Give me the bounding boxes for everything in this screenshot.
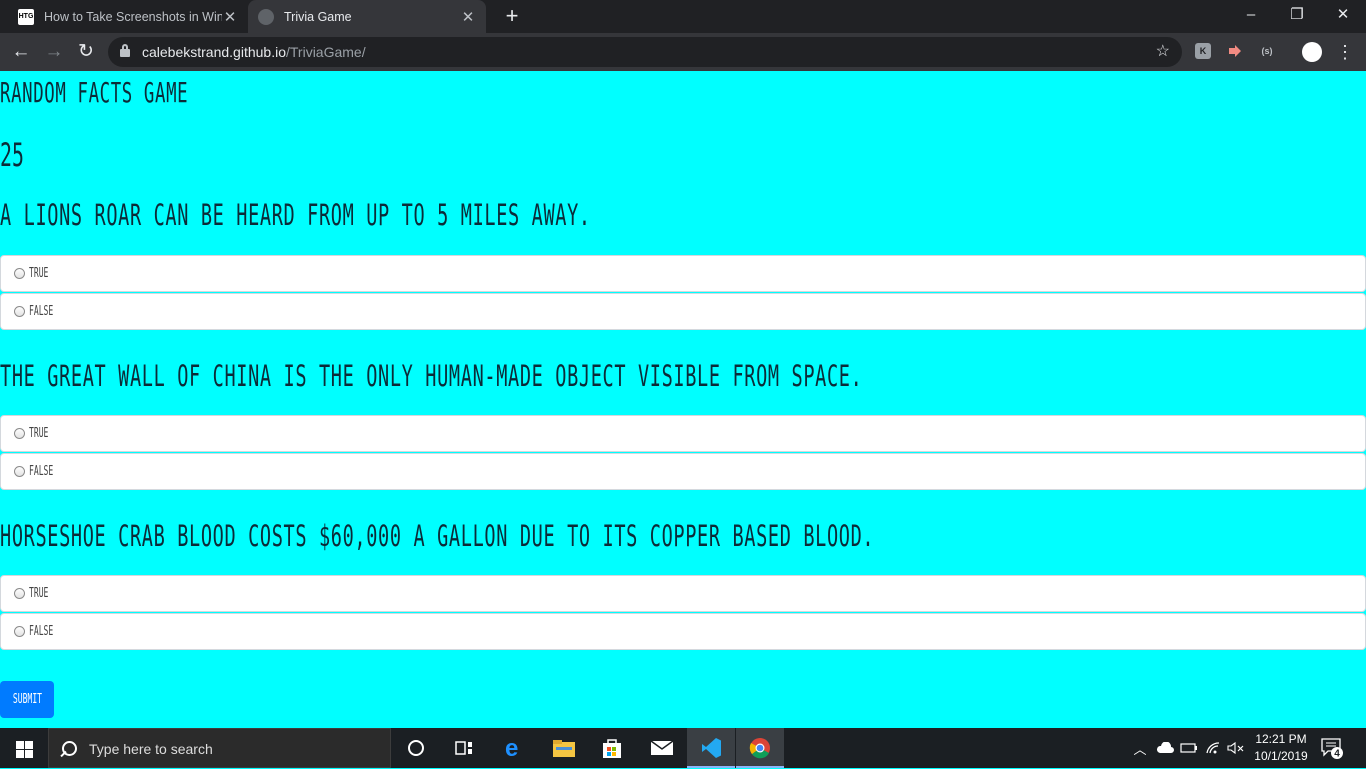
globe-icon: [258, 8, 274, 25]
profile-avatar[interactable]: [1302, 42, 1322, 62]
radio-button[interactable]: [14, 626, 25, 637]
wifi-icon[interactable]: [1203, 728, 1223, 768]
tab-title: How to Take Screenshots in Wind: [44, 9, 222, 24]
radio-button[interactable]: [14, 428, 25, 439]
edge-icon[interactable]: e: [490, 728, 538, 768]
window-close-icon[interactable]: ✕: [1320, 0, 1366, 33]
mail-icon[interactable]: [638, 728, 686, 768]
htg-favicon-icon: HTG: [18, 8, 34, 25]
menu-icon[interactable]: ⋮: [1336, 39, 1354, 65]
trivia-page: Random Facts Game 25 A lions roar can be…: [0, 71, 1366, 728]
extension-s-icon[interactable]: (s): [1259, 43, 1275, 59]
chrome-icon[interactable]: [736, 728, 784, 768]
task-view-icon[interactable]: [440, 728, 488, 768]
browser-toolbar: ← → ↻ calebekstrand.github.io/TriviaGame…: [0, 33, 1366, 71]
extension-arrow-icon[interactable]: [1227, 43, 1243, 59]
notification-count: 4: [1334, 749, 1340, 760]
close-icon[interactable]: ✕: [460, 8, 476, 26]
tab-htg[interactable]: HTG How to Take Screenshots in Wind ✕: [8, 0, 248, 33]
option-q2-false[interactable]: False: [0, 453, 1366, 490]
address-bar[interactable]: calebekstrand.github.io/TriviaGame/ ☆: [108, 37, 1182, 67]
store-icon[interactable]: [588, 728, 636, 768]
volume-muted-icon[interactable]: [1226, 728, 1246, 768]
option-label: True: [29, 586, 49, 601]
bookmark-star-icon[interactable]: ☆: [1156, 37, 1170, 67]
url-path: /TriviaGame/: [286, 44, 366, 60]
taskbar: Type here to search e ︿ 12:21 PM 10/1/20…: [0, 728, 1366, 768]
search-placeholder: Type here to search: [89, 741, 213, 757]
question-3: Horseshoe crab blood costs $60,000 a gal…: [0, 519, 875, 553]
tab-title: Trivia Game: [284, 9, 352, 24]
reload-icon[interactable]: ↻: [73, 39, 99, 65]
chevron-up-icon[interactable]: ︿: [1130, 728, 1150, 768]
windows-start-icon[interactable]: [0, 728, 48, 768]
page-title: Random Facts Game: [0, 76, 189, 109]
minimize-icon[interactable]: –: [1228, 0, 1274, 33]
cortana-icon[interactable]: [392, 728, 440, 768]
extension-k-icon[interactable]: K: [1195, 43, 1211, 59]
timer: 25: [0, 136, 24, 174]
taskbar-search[interactable]: Type here to search: [48, 728, 391, 768]
option-q2-true[interactable]: True: [0, 415, 1366, 452]
svg-text:e: e: [505, 737, 518, 759]
submit-button[interactable]: Submit: [0, 681, 54, 718]
taskbar-clock[interactable]: 12:21 PM 10/1/2019: [1246, 731, 1316, 765]
option-q1-false[interactable]: False: [0, 293, 1366, 330]
radio-button[interactable]: [14, 588, 25, 599]
lock-icon: [120, 44, 130, 58]
option-q3-true[interactable]: True: [0, 575, 1366, 612]
browser-tab-bar: HTG How to Take Screenshots in Wind ✕ Tr…: [0, 0, 1366, 33]
close-icon[interactable]: ✕: [222, 8, 238, 26]
new-tab-icon[interactable]: +: [500, 4, 524, 28]
option-label: False: [29, 464, 54, 479]
back-icon[interactable]: ←: [8, 39, 34, 65]
radio-button[interactable]: [14, 268, 25, 279]
question-2: The Great Wall of China is the only huma…: [0, 359, 863, 393]
option-q3-false[interactable]: False: [0, 613, 1366, 650]
notification-center-icon[interactable]: 4: [1320, 736, 1344, 760]
option-label: True: [29, 266, 49, 281]
vscode-icon[interactable]: [687, 728, 735, 768]
forward-icon[interactable]: →: [41, 39, 67, 65]
url-domain: calebekstrand.github.io: [142, 44, 286, 60]
option-label: True: [29, 426, 49, 441]
question-1: A lions roar can be heard from up to 5 m…: [0, 198, 591, 232]
restore-icon[interactable]: ❐: [1274, 0, 1320, 33]
battery-icon[interactable]: [1179, 728, 1199, 768]
tab-trivia-game[interactable]: Trivia Game ✕: [248, 0, 486, 33]
url-text: calebekstrand.github.io/TriviaGame/: [142, 37, 366, 67]
onedrive-cloud-icon[interactable]: [1154, 728, 1176, 768]
option-q1-true[interactable]: True: [0, 255, 1366, 292]
radio-button[interactable]: [14, 306, 25, 317]
option-label: False: [29, 624, 54, 639]
option-label: False: [29, 304, 54, 319]
clock-date: 10/1/2019: [1254, 749, 1308, 763]
file-explorer-icon[interactable]: [540, 728, 588, 768]
submit-label: Submit: [12, 692, 42, 707]
radio-button[interactable]: [14, 466, 25, 477]
clock-time: 12:21 PM: [1255, 732, 1307, 746]
